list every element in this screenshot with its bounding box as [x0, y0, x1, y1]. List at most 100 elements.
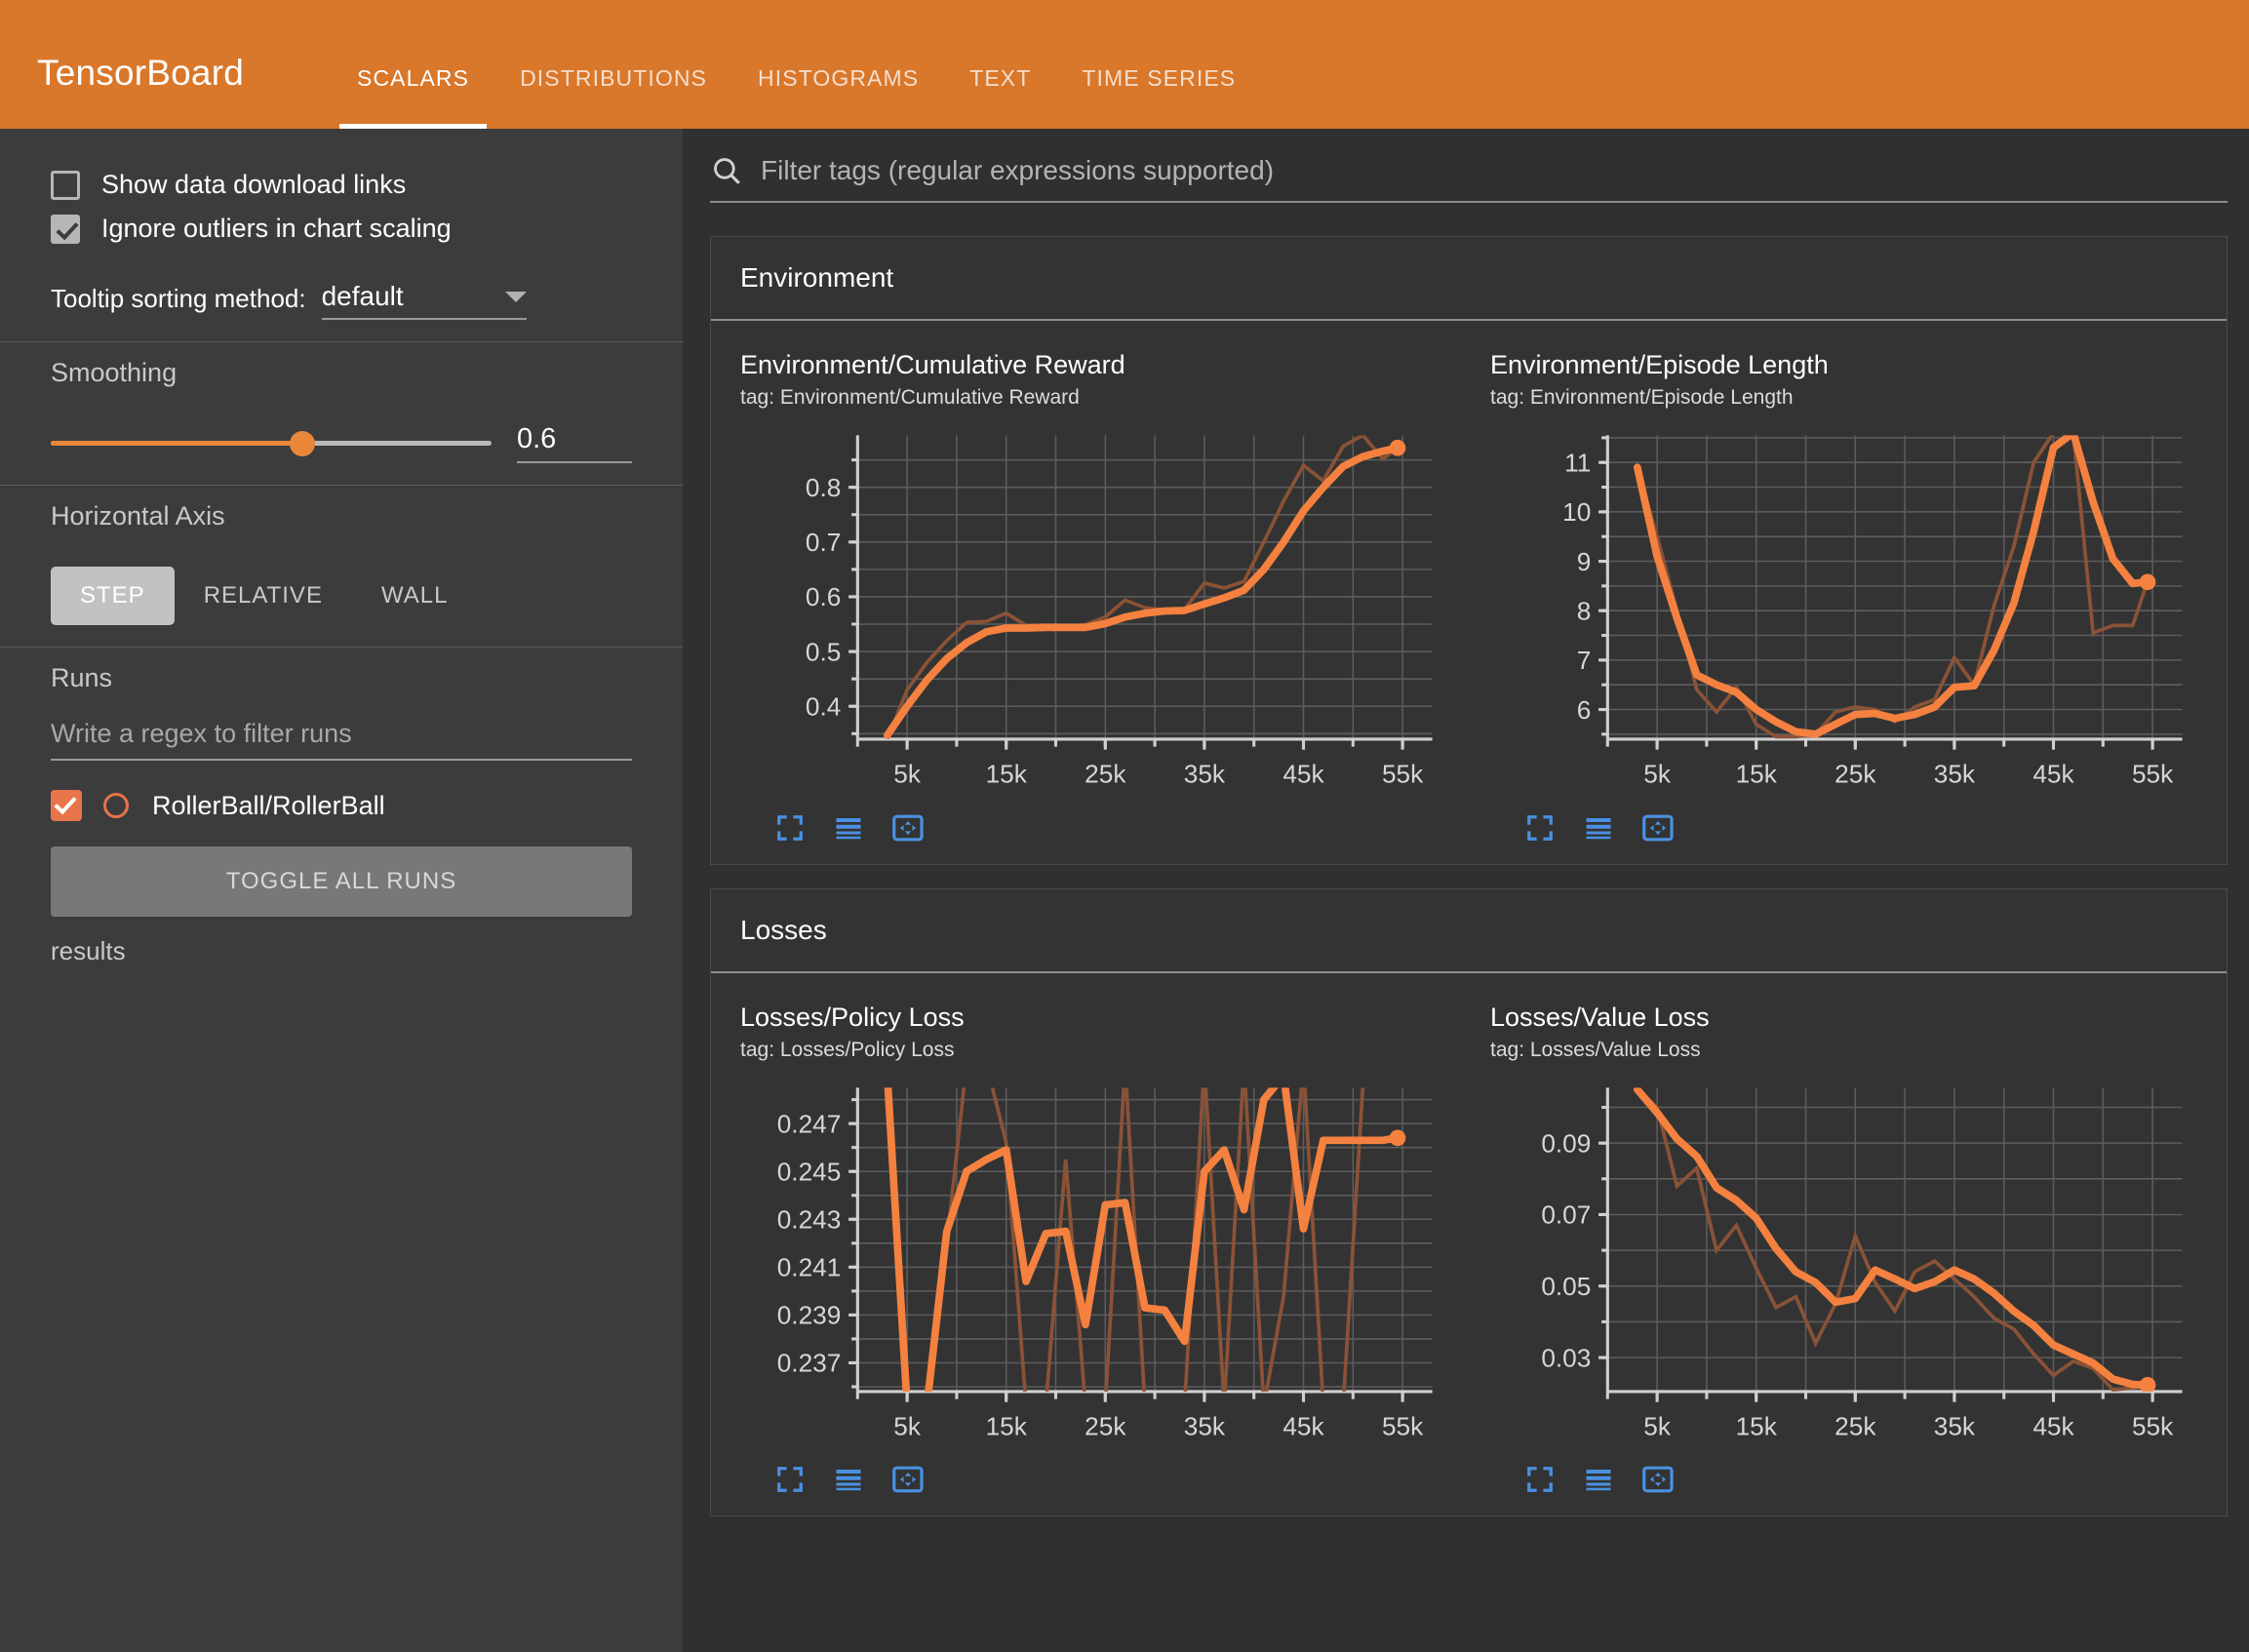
- pan-icon[interactable]: [892, 1465, 924, 1494]
- horizontal-axis-buttons: STEP RELATIVE WALL: [51, 567, 632, 625]
- svg-text:15k: 15k: [986, 1411, 1028, 1440]
- svg-text:45k: 45k: [2032, 1411, 2074, 1440]
- svg-text:0.4: 0.4: [806, 691, 841, 721]
- chart-plot-area[interactable]: 0.4 0.5 0.6 0.7 0.8 5k 15k 25k 35k 45k 55k: [740, 423, 1447, 800]
- group-header-environment[interactable]: Environment: [711, 237, 2227, 321]
- chart-plot-area[interactable]: 0.03 0.05 0.07 0.09 5k 15k 25k 35k 45k 55k: [1490, 1076, 2197, 1452]
- svg-text:25k: 25k: [1835, 1411, 1876, 1440]
- svg-text:0.07: 0.07: [1541, 1200, 1591, 1229]
- svg-text:25k: 25k: [1085, 1411, 1126, 1440]
- toggle-all-runs-button[interactable]: TOGGLE ALL RUNS: [51, 846, 632, 917]
- show-download-links-label: Show data download links: [101, 170, 407, 199]
- svg-text:5k: 5k: [893, 1411, 922, 1440]
- data-table-icon[interactable]: [834, 813, 863, 843]
- svg-text:15k: 15k: [986, 760, 1028, 789]
- svg-text:0.6: 0.6: [806, 582, 841, 611]
- smoothing-label: Smoothing: [51, 358, 178, 387]
- svg-text:0.03: 0.03: [1541, 1343, 1591, 1372]
- runs-section: Runs Write a regex to filter runs Roller…: [0, 648, 683, 988]
- svg-text:55k: 55k: [2132, 1411, 2174, 1440]
- chart-tag: tag: Losses/Value Loss: [1490, 1038, 1701, 1061]
- chart-toolbar: [740, 1451, 1447, 1498]
- smoothing-section: Smoothing 0.6: [0, 342, 683, 485]
- svg-text:0.8: 0.8: [806, 473, 841, 502]
- settings-section: Show data download links Ignore outliers…: [0, 140, 683, 341]
- expand-icon[interactable]: [775, 813, 805, 843]
- charts-row-losses: Losses/Policy Loss tag: Losses/Policy Lo…: [711, 973, 2227, 1516]
- chart-card-value-loss: Losses/Value Loss tag: Losses/Value Loss…: [1469, 1003, 2219, 1499]
- axis-button-relative[interactable]: RELATIVE: [175, 567, 352, 625]
- run-item-rollerball[interactable]: RollerBall/RollerBall: [51, 790, 632, 821]
- svg-text:0.5: 0.5: [806, 637, 841, 666]
- show-download-links-checkbox[interactable]: [51, 170, 80, 200]
- svg-text:5k: 5k: [1643, 1411, 1672, 1440]
- svg-text:55k: 55k: [1382, 760, 1424, 789]
- main-content: Filter tags (regular expressions support…: [683, 129, 2249, 1652]
- chart-card-cumulative-reward: Environment/Cumulative Reward tag: Envir…: [719, 350, 1469, 846]
- tab-histograms[interactable]: HISTOGRAMS: [732, 65, 944, 129]
- svg-text:5k: 5k: [1643, 760, 1672, 789]
- app-brand: TensorBoard: [37, 53, 244, 93]
- axis-button-step[interactable]: STEP: [51, 567, 175, 625]
- axis-button-wall[interactable]: WALL: [352, 567, 477, 625]
- charts-row-environment: Environment/Cumulative Reward tag: Envir…: [711, 321, 2227, 864]
- group-header-losses[interactable]: Losses: [711, 889, 2227, 973]
- tab-text[interactable]: TEXT: [944, 65, 1056, 129]
- svg-text:0.243: 0.243: [777, 1204, 842, 1234]
- smoothing-value-input[interactable]: 0.6: [517, 423, 632, 463]
- data-table-icon[interactable]: [1584, 1465, 1613, 1494]
- svg-text:0.7: 0.7: [806, 528, 841, 557]
- data-table-icon[interactable]: [834, 1465, 863, 1494]
- horizontal-axis-label: Horizontal Axis: [51, 501, 225, 531]
- svg-text:0.241: 0.241: [777, 1252, 842, 1281]
- svg-text:0.237: 0.237: [777, 1348, 842, 1377]
- filter-tags-input[interactable]: Filter tags (regular expressions support…: [710, 154, 2228, 203]
- run-checkbox[interactable]: [51, 790, 82, 821]
- tab-scalars[interactable]: SCALARS: [332, 65, 494, 129]
- tab-time-series[interactable]: TIME SERIES: [1056, 65, 1261, 129]
- pan-icon[interactable]: [1642, 813, 1674, 843]
- ignore-outliers-row[interactable]: Ignore outliers in chart scaling: [51, 214, 632, 244]
- chart-title: Losses/Value Loss: [1490, 1002, 1710, 1032]
- smoothing-slider[interactable]: [51, 430, 492, 456]
- smoothing-control: 0.6: [51, 423, 632, 463]
- pan-icon[interactable]: [892, 813, 924, 843]
- expand-icon[interactable]: [775, 1465, 805, 1494]
- svg-text:45k: 45k: [1282, 760, 1324, 789]
- runs-filter-input[interactable]: Write a regex to filter runs: [51, 719, 632, 761]
- expand-icon[interactable]: [1525, 1465, 1555, 1494]
- svg-text:0.245: 0.245: [777, 1157, 842, 1186]
- svg-text:15k: 15k: [1736, 1411, 1778, 1440]
- chevron-down-icon: [504, 291, 527, 302]
- main-tabs: SCALARS DISTRIBUTIONS HISTOGRAMS TEXT TI…: [332, 0, 1261, 129]
- runs-label: Runs: [51, 663, 113, 692]
- search-icon: [714, 158, 740, 184]
- filter-tags-placeholder: Filter tags (regular expressions support…: [761, 155, 1275, 185]
- chart-title: Environment/Cumulative Reward: [740, 350, 1125, 379]
- tooltip-sorting-select[interactable]: default: [321, 281, 527, 320]
- chart-plot-area[interactable]: 0.237 0.239 0.241 0.243 0.245 0.247 5k 15k 25k 35…: [740, 1076, 1447, 1452]
- tooltip-sorting-value: default: [321, 281, 404, 311]
- group-losses: Losses Losses/Policy Loss tag: Losses/Po…: [710, 887, 2228, 1517]
- chart-title: Losses/Policy Loss: [740, 1002, 965, 1032]
- tooltip-sorting-row: Tooltip sorting method: default: [51, 281, 632, 320]
- expand-icon[interactable]: [1525, 813, 1555, 843]
- svg-text:7: 7: [1577, 646, 1592, 675]
- svg-text:6: 6: [1577, 695, 1592, 725]
- svg-text:35k: 35k: [1934, 760, 1976, 789]
- chart-title: Environment/Episode Length: [1490, 350, 1829, 379]
- svg-text:35k: 35k: [1184, 1411, 1226, 1440]
- smoothing-slider-thumb[interactable]: [289, 430, 315, 456]
- pan-icon[interactable]: [1642, 1465, 1674, 1494]
- chart-card-episode-length: Environment/Episode Length tag: Environm…: [1469, 350, 2219, 846]
- ignore-outliers-checkbox[interactable]: [51, 214, 80, 244]
- chart-toolbar: [740, 800, 1447, 846]
- chart-card-policy-loss: Losses/Policy Loss tag: Losses/Policy Lo…: [719, 1003, 1469, 1499]
- show-download-links-row[interactable]: Show data download links: [51, 170, 632, 200]
- chart-plot-area[interactable]: 6 7 8 9 10 11 5k 15k 25k 35k 45k 55k: [1490, 423, 2197, 800]
- tab-distributions[interactable]: DISTRIBUTIONS: [494, 65, 732, 129]
- svg-text:55k: 55k: [2132, 760, 2174, 789]
- data-table-icon[interactable]: [1584, 813, 1613, 843]
- run-name-label: RollerBall/RollerBall: [152, 790, 385, 820]
- smoothing-slider-fill: [51, 441, 302, 446]
